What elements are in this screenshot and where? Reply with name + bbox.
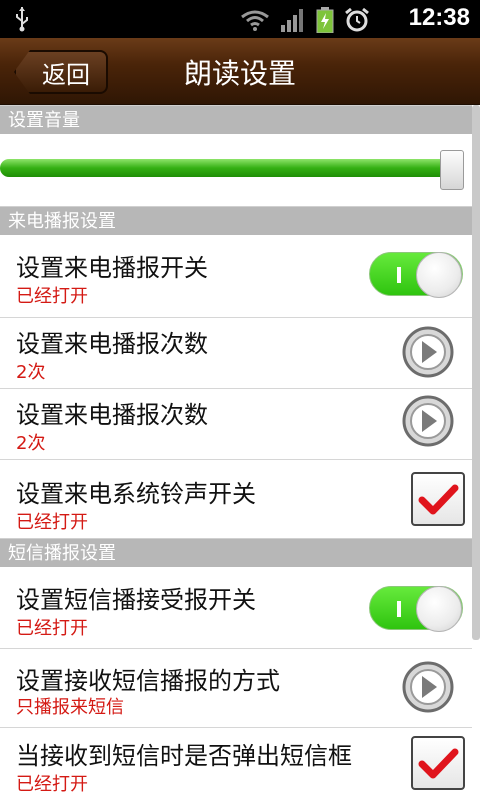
list-item[interactable]: 设置短信播接受报开关 已经打开 <box>0 568 472 648</box>
sms-popup-checkbox[interactable] <box>411 736 465 790</box>
list-item[interactable]: 设置来电播报次数 2次 <box>0 389 472 459</box>
play-arrow-icon[interactable] <box>402 326 454 378</box>
item-value: 已经打开 <box>16 774 88 795</box>
list-item[interactable]: 设置接收短信播报的方式 只播报来短信 <box>0 649 472 727</box>
item-label: 设置接收短信播报的方式 <box>16 667 280 695</box>
play-arrow-icon[interactable] <box>402 395 454 447</box>
list-item[interactable]: 设置来电播报次数 2次 <box>0 318 472 388</box>
play-arrow-icon[interactable] <box>402 661 454 713</box>
item-value: 已经打开 <box>16 286 88 307</box>
usb-icon <box>14 6 30 36</box>
item-value: 只播报来短信 <box>16 697 124 718</box>
sms-broadcast-toggle[interactable] <box>369 586 463 632</box>
section-header-volume: 设置音量 <box>0 105 472 134</box>
signal-icon <box>280 8 306 36</box>
list-item[interactable]: 设置来电播报开关 已经打开 <box>0 236 472 318</box>
item-label: 设置来电系统铃声开关 <box>16 480 256 508</box>
toggle-on-mark <box>397 601 401 617</box>
item-label: 当接收到短信时是否弹出短信框 <box>16 742 352 770</box>
section-header-call: 来电播报设置 <box>0 206 472 235</box>
toggle-on-mark <box>397 267 401 283</box>
ringtone-checkbox[interactable] <box>411 472 465 526</box>
item-value: 2次 <box>16 362 46 383</box>
call-broadcast-toggle[interactable] <box>369 252 463 298</box>
checkmark-icon <box>418 748 459 779</box>
toggle-knob <box>416 586 462 632</box>
item-value: 已经打开 <box>16 512 88 533</box>
clock: 12:38 <box>408 4 470 31</box>
item-label: 设置来电播报次数 <box>16 401 208 429</box>
wifi-icon <box>240 9 270 35</box>
item-label: 设置来电播报开关 <box>16 254 208 282</box>
battery-icon <box>316 7 334 37</box>
volume-slider-track[interactable] <box>0 159 458 177</box>
status-bar: 12:38 <box>0 0 480 38</box>
page-title-text: 朗读设置 <box>183 56 296 90</box>
page-title: 朗读设置 <box>0 38 480 105</box>
list-item[interactable]: 设置来电系统铃声开关 已经打开 <box>0 460 472 538</box>
title-bar: 返回 朗读设置 <box>0 38 480 105</box>
item-value: 2次 <box>16 433 46 454</box>
item-label: 设置来电播报次数 <box>16 330 208 358</box>
list-item[interactable]: 当接收到短信时是否弹出短信框 已经打开 <box>0 728 472 800</box>
item-value: 已经打开 <box>16 618 88 639</box>
volume-slider-thumb[interactable] <box>440 150 464 190</box>
checkmark-icon <box>418 484 459 515</box>
section-header-sms: 短信播报设置 <box>0 538 472 567</box>
item-label: 设置短信播接受报开关 <box>16 586 256 614</box>
toggle-knob <box>416 252 462 298</box>
alarm-icon <box>344 7 370 37</box>
scrollbar[interactable] <box>472 105 480 640</box>
